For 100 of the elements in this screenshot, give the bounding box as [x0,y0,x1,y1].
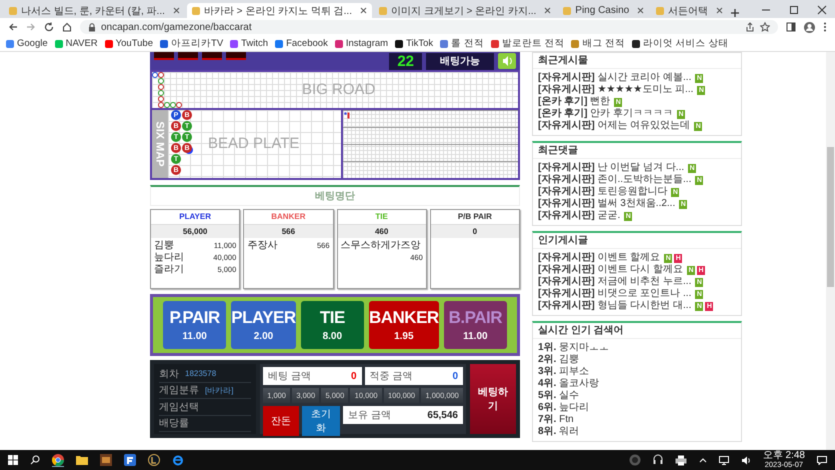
scrollbar[interactable] [826,52,835,450]
ranking-item[interactable]: 1위. 뭉지마ㅗㅗ [538,342,734,354]
ranking-item[interactable]: 3위. 피부소 [538,366,734,378]
info-value: 1823578 [185,369,216,378]
panel-title: 인기게시글 [533,233,741,249]
game-icon[interactable] [148,454,160,466]
bettor-name: 주장사 [247,240,278,252]
reload-icon[interactable] [44,22,54,32]
place-bet-button[interactable]: 베팅하기 [470,364,516,434]
close-icon[interactable] [817,5,827,15]
internet-explorer-icon[interactable] [172,454,184,466]
card-total: 566 [244,225,332,238]
win-amount-field[interactable]: 적중 금액 0 [364,367,463,385]
ranking-item[interactable]: 8위. 워러 [538,426,734,438]
info-label: 배당률 [159,417,189,430]
post-link[interactable]: [자유게시판] ★★★★★도미노 피... [538,84,694,96]
headset-icon[interactable] [652,454,663,466]
betting-status: 배팅가능 [426,52,494,70]
browser-tab[interactable]: 이미지 크게보기 > 온라인 카지... [374,3,556,18]
share-icon[interactable] [745,22,755,32]
bet-option-button[interactable]: BANKER 1.95 [368,301,439,349]
post-link[interactable]: [자유게시판] 실시간 코리아 예볼... [538,72,692,84]
bettor-name: 스무스하게가즈앙 [340,240,420,252]
post-link[interactable]: [온카 후기] 뻔한 [538,96,610,108]
ranking-item[interactable]: 7위. Ftn [538,414,734,426]
post-link[interactable]: [자유게시판] 벌써 3천채움..2... [538,198,676,210]
menu-icon[interactable] [823,22,827,32]
bookmark-link[interactable]: 라이엇 서비스 상태 [632,37,728,50]
road-mark-icon [344,112,350,119]
bookmark-link[interactable]: YouTube [104,38,154,49]
close-tab-icon[interactable] [544,7,552,14]
sidebar-icon[interactable] [786,22,796,32]
ranking-item[interactable]: 5위. 실수 [538,390,734,402]
windows-start-icon[interactable] [8,455,18,465]
bet-option-button[interactable]: P.PAIR 11.00 [163,301,226,349]
app-icon[interactable] [124,454,136,466]
folder-icon[interactable] [76,455,88,465]
browser-tab[interactable]: Ping Casino [558,3,650,18]
bet-option-button[interactable]: PLAYER 2.00 [231,301,296,349]
bookmark-link[interactable]: 롤 전적 [440,37,484,50]
new-tab-icon[interactable] [730,8,740,18]
post-link[interactable]: [자유게시판] 저금에 비추천 누르... [538,276,692,288]
card-total: 0 [430,225,519,238]
clock-time[interactable]: 오후 2:48 [762,450,805,460]
ranking-item[interactable]: 2위. 김뿡 [538,354,734,366]
search-icon[interactable] [30,455,40,465]
bookmark-link[interactable]: 아프리카TV [160,37,224,50]
post-link[interactable]: [자유게시판] 형님들 다시한번 대... [538,300,692,312]
bookmark-link[interactable]: 발로란트 전적 [490,37,564,50]
post-link[interactable]: [자유게시판] 존이..도박하는분들... [538,174,692,186]
bet-option-button[interactable]: TIE 8.00 [300,301,364,349]
balance-field: 보유 금액 65,546 [343,406,463,424]
panel-title: 최근게시물 [533,53,741,69]
bookmark-link[interactable]: NAVER [54,38,98,49]
post-link[interactable]: [자유게시판] 이벤트 할께요 [538,252,660,264]
bookmark-link[interactable]: Facebook [275,38,328,49]
home-icon[interactable] [62,22,72,32]
post-link[interactable]: [자유게시판] 굳굳. [538,210,620,222]
maximize-icon[interactable] [789,5,799,15]
back-icon[interactable] [8,22,18,32]
post-link[interactable]: [온카 후기] 안카 후기ㅋㅋㅋㅋ [538,108,674,120]
volume-icon[interactable] [740,456,751,464]
panel-title: 실시간 인기 검색어 [533,323,741,339]
post-link[interactable]: [자유게시판] 난 이번달 넘겨 다... [538,162,684,174]
ranking-item[interactable]: 4위. 올코사랑 [538,378,734,390]
bookmark-link[interactable]: 배그 전적 [571,37,626,50]
bookmark-link[interactable]: Twitch [230,38,268,49]
ranking-item[interactable]: 6위. 늪다리 [538,402,734,414]
star-icon[interactable] [760,22,770,32]
post-link[interactable]: [자유게시판] 어제는 여유있었는데 [538,120,690,132]
network-icon[interactable] [718,456,729,464]
bookmark-link[interactable]: TikTok [395,38,434,49]
browser-tab[interactable]: 나서스 빌드, 룬, 카운터 (칼, 파... [4,3,185,18]
address-bar[interactable]: oncapan.com/gamezone/baccarat [80,20,778,34]
lock-icon[interactable] [88,22,96,32]
bet-option-button[interactable]: B.PAIR 11.00 [444,301,507,349]
speaker-tray-icon[interactable] [628,454,641,466]
countdown-timer: 22 [389,52,422,70]
bet-amount-field[interactable]: 베팅 금액 0 [263,367,362,385]
close-tab-icon[interactable] [360,7,367,14]
profile-icon[interactable] [804,22,815,32]
close-tab-icon[interactable] [637,7,644,14]
info-label: 회차 [159,368,179,381]
post-link[interactable]: [자유게시판] 이벤트 다시 할께요 [538,264,684,276]
browser-icon[interactable] [52,454,64,466]
tray-caret-icon[interactable] [698,457,707,463]
notification-icon[interactable] [817,456,827,464]
post-link[interactable]: [자유게시판] 토린응원합니다 [538,186,668,198]
change-button[interactable]: 잔돈 [263,406,299,436]
bookmark-link[interactable]: Google [6,38,48,49]
close-tab-icon[interactable] [716,7,724,14]
bookmark-link[interactable]: Instagram [334,38,388,49]
close-tab-icon[interactable] [172,7,180,14]
browser-tab[interactable]: 서든어택 [651,3,728,18]
score-box [226,52,246,60]
browser-tab[interactable]: 바카라 > 온라인 카지노 먹튀 검... [186,3,372,18]
reset-button[interactable]: 초기화 [302,406,340,436]
printer-icon[interactable] [674,454,687,466]
bead-plate-label: BEAD PLATE [208,135,300,152]
post-link[interactable]: [자유게시판] 비댓으로 포인트나 ... [538,288,692,300]
